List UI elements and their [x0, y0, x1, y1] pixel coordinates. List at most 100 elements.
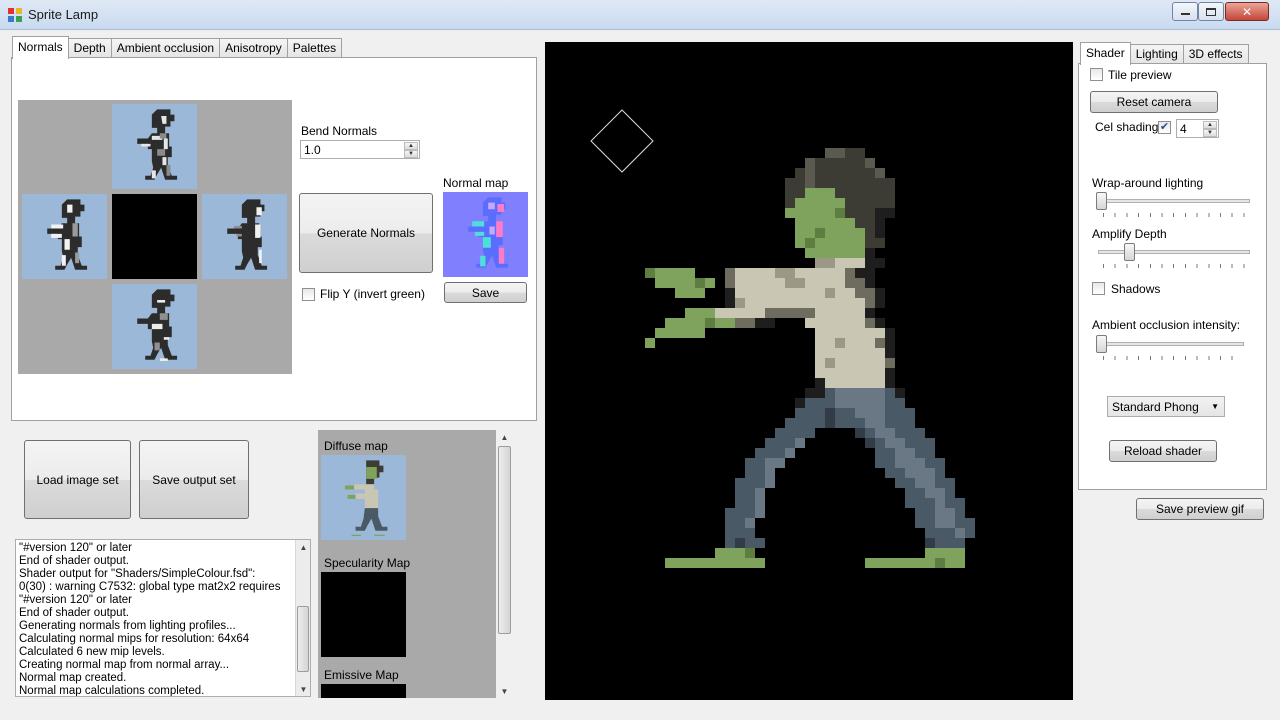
spin-up-button[interactable]: ▲ — [1203, 121, 1217, 129]
sprite-pixel — [875, 348, 885, 358]
sprite-pixel — [865, 338, 875, 348]
minimize-button[interactable] — [1172, 2, 1198, 21]
scroll-down-arrow[interactable]: ▼ — [497, 684, 512, 698]
cel-shading-checkbox[interactable]: ✔ — [1158, 121, 1171, 134]
log-scroll-thumb[interactable] — [297, 606, 309, 672]
tab-depth[interactable]: Depth — [67, 38, 112, 58]
normal-map-preview[interactable] — [443, 192, 528, 277]
scroll-up-arrow[interactable]: ▲ — [296, 540, 310, 554]
sprite-pixel — [775, 288, 785, 298]
sprite-pixel — [865, 318, 875, 328]
sprite-pixel — [895, 388, 905, 398]
sprite-pixel — [955, 558, 965, 568]
maps-scrollbar[interactable]: ▲ ▼ — [497, 430, 512, 698]
sprite-pixel — [855, 318, 865, 328]
wrap-lighting-slider[interactable] — [1094, 192, 1250, 218]
lighting-profile-top[interactable] — [112, 104, 197, 189]
sprite-pixel — [795, 308, 805, 318]
sprite-pixel — [865, 288, 875, 298]
reset-camera-button[interactable]: Reset camera — [1090, 91, 1218, 113]
sprite-pixel — [795, 268, 805, 278]
spin-down-button[interactable]: ▼ — [1203, 129, 1217, 137]
bend-normals-input[interactable]: 1.0 ▲ ▼ — [300, 140, 420, 159]
sprite-pixel — [745, 518, 755, 528]
sprite-pixel — [885, 558, 895, 568]
lighting-profile-bottom[interactable] — [112, 284, 197, 369]
sprite-pixel — [775, 428, 785, 438]
ao-intensity-slider[interactable] — [1094, 335, 1244, 361]
sprite-pixel — [745, 548, 755, 558]
amplify-depth-slider[interactable] — [1094, 243, 1250, 269]
lighting-profile-left[interactable] — [22, 194, 107, 279]
generate-normals-button[interactable]: Generate Normals — [299, 193, 433, 273]
slider-thumb[interactable] — [1096, 192, 1107, 210]
spin-up-button[interactable]: ▲ — [404, 142, 418, 150]
sprite-pixel — [785, 278, 795, 288]
tab-3d-effects[interactable]: 3D effects — [1182, 44, 1249, 64]
sprite-pixel — [835, 318, 845, 328]
minimize-icon — [1180, 12, 1190, 15]
sprite-pixel — [915, 508, 925, 518]
slider-thumb[interactable] — [1096, 335, 1107, 353]
sprite-pixel — [755, 468, 765, 478]
sprite-pixel — [845, 168, 855, 178]
sprite-pixel — [915, 448, 925, 458]
sprite-pixel — [795, 188, 805, 198]
scroll-up-arrow[interactable]: ▲ — [497, 430, 512, 444]
scroll-down-arrow[interactable]: ▼ — [296, 682, 310, 696]
emissive-map-preview[interactable] — [321, 684, 406, 698]
tab-ambient-occlusion[interactable]: Ambient occlusion — [110, 38, 221, 58]
tab-palettes[interactable]: Palettes — [286, 38, 343, 58]
shader-select-value: Standard Phong — [1112, 400, 1199, 414]
shadows-checkbox[interactable] — [1092, 282, 1105, 295]
sprite-pixel — [745, 458, 755, 468]
sprite-pixel — [755, 458, 765, 468]
lighting-profile-right[interactable] — [202, 194, 287, 279]
flip-y-checkbox[interactable] — [302, 288, 315, 301]
tab-lighting[interactable]: Lighting — [1129, 44, 1184, 64]
tab-normals[interactable]: Normals — [12, 36, 69, 59]
sprite-pixel — [685, 328, 695, 338]
tab-anisotropy[interactable]: Anisotropy — [219, 38, 288, 58]
sprite-pixel — [815, 238, 825, 248]
preview-viewport[interactable] — [545, 42, 1073, 700]
load-image-set-button[interactable]: Load image set — [24, 440, 131, 519]
sprite-pixel — [865, 368, 875, 378]
tile-preview-checkbox[interactable] — [1090, 68, 1103, 81]
sprite-pixel — [695, 308, 705, 318]
cel-levels-input[interactable]: 4 ▲ ▼ — [1176, 119, 1219, 138]
sprite-pixel — [825, 338, 835, 348]
output-log[interactable]: "#version 120" or later End of shader out… — [15, 539, 311, 697]
maximize-button[interactable] — [1198, 2, 1224, 21]
sprite-pixel — [935, 468, 945, 478]
spin-down-button[interactable]: ▼ — [404, 150, 418, 158]
log-scrollbar[interactable]: ▲ ▼ — [295, 540, 310, 696]
sprite-pixel — [815, 398, 825, 408]
maps-scroll-thumb[interactable] — [498, 446, 511, 634]
sprite-pixel — [895, 478, 905, 488]
sprite-pixel — [815, 358, 825, 368]
diffuse-map-preview[interactable] — [321, 455, 406, 540]
slider-thumb[interactable] — [1124, 243, 1135, 261]
save-normal-map-button[interactable]: Save — [444, 282, 527, 303]
chevron-up-icon: ▲ — [1207, 122, 1213, 128]
sprite-pixel — [825, 258, 835, 268]
tile-preview-label: Tile preview — [1108, 68, 1172, 82]
save-output-set-button[interactable]: Save output set — [139, 440, 249, 519]
shader-select[interactable]: Standard Phong ▼ — [1107, 396, 1225, 417]
sprite-pixel — [875, 358, 885, 368]
sprite-pixel — [795, 228, 805, 238]
reload-shader-button[interactable]: Reload shader — [1109, 440, 1217, 462]
sprite-pixel — [845, 208, 855, 218]
sprite-pixel — [725, 528, 735, 538]
sprite-pixel — [855, 408, 865, 418]
save-preview-gif-button[interactable]: Save preview gif — [1136, 498, 1264, 520]
title-bar[interactable]: Sprite Lamp ✕ — [0, 0, 1280, 30]
tab-shader[interactable]: Shader — [1080, 42, 1131, 65]
sprite-pixel — [705, 278, 715, 288]
close-button[interactable]: ✕ — [1225, 2, 1269, 21]
sprite-pixel — [815, 318, 825, 328]
sprite-pixel — [905, 468, 915, 478]
specularity-map-preview[interactable] — [321, 572, 406, 657]
sprite-pixel — [855, 158, 865, 168]
